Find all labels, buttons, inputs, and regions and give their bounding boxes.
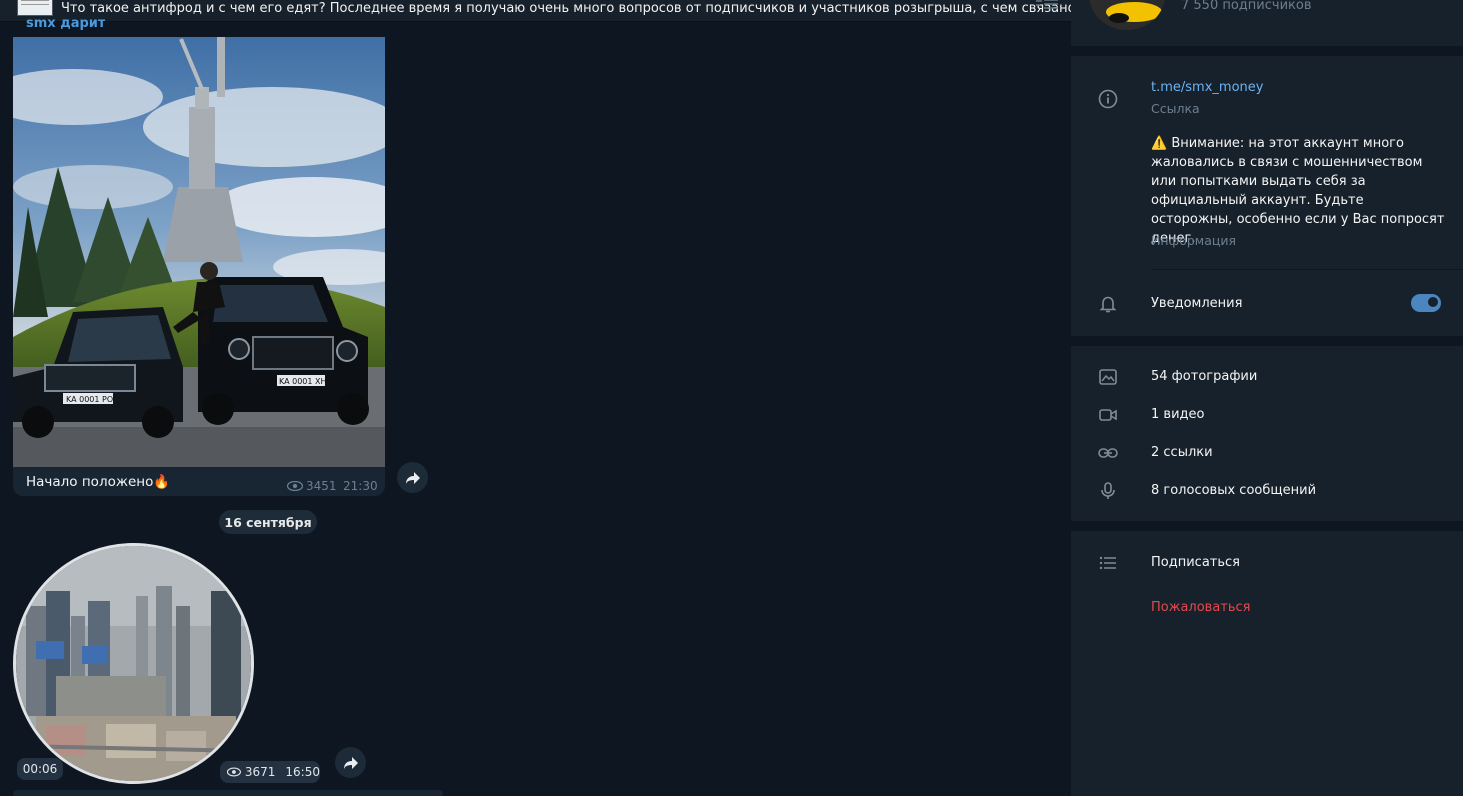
- link-icon: [1095, 440, 1121, 466]
- media-photos[interactable]: 54 фотографии: [1151, 369, 1257, 384]
- microphone-icon: [1095, 478, 1121, 504]
- notifications-label: Уведомления: [1151, 296, 1243, 311]
- eye-icon: [227, 767, 241, 777]
- subscribers-count: 7 550 подписчиков: [1181, 0, 1312, 13]
- report-button[interactable]: Пожаловаться: [1151, 600, 1251, 615]
- info-icon: [1095, 86, 1121, 112]
- plate-left: KA 0001 PO: [66, 395, 113, 404]
- media-links[interactable]: 2 ссылки: [1151, 445, 1213, 460]
- message-time: 21:30: [343, 479, 378, 493]
- round-video-message[interactable]: [13, 543, 254, 784]
- channel-link[interactable]: t.me/smx_money: [1151, 80, 1263, 95]
- info-label: Информация: [1151, 233, 1237, 248]
- bell-icon: [1095, 291, 1121, 317]
- video-duration: 00:06: [17, 758, 63, 780]
- views-value: 3451: [306, 479, 337, 493]
- date-divider: 16 сентября: [219, 510, 317, 534]
- pinned-thumbnail: [17, 0, 53, 16]
- list-icon: [1095, 550, 1121, 576]
- video-icon: [1095, 402, 1121, 428]
- pinned-message-bar[interactable]: Что такое антифрод и с чем его едят? Пос…: [0, 0, 1071, 22]
- media-voice[interactable]: 8 голосовых сообщений: [1151, 483, 1316, 498]
- channel-info-panel: 7 550 подписчиков t.me/smx_money Ссылка …: [1071, 0, 1463, 796]
- media-videos[interactable]: 1 видео: [1151, 407, 1204, 422]
- eye-icon: [286, 480, 304, 492]
- notifications-toggle[interactable]: [1411, 294, 1441, 312]
- section-divider: [1071, 336, 1463, 346]
- message-sender[interactable]: smx дарит: [26, 16, 105, 30]
- share-icon: [343, 756, 358, 769]
- views-count: 3451: [286, 479, 337, 493]
- photo-message: KA 0001 PO KA 0001 XH Начало положено🔥 3…: [13, 37, 385, 496]
- message-caption: Начало положено🔥: [26, 474, 171, 490]
- pinned-list-icon[interactable]: [1034, 0, 1060, 15]
- message-photo[interactable]: KA 0001 PO KA 0001 XH: [13, 37, 385, 467]
- pinned-message-text[interactable]: Что такое антифрод и с чем его едят? Пос…: [61, 1, 1071, 16]
- photo-icon: [1095, 364, 1121, 390]
- chat-area: Что такое антифрод и с чем его едят? Пос…: [0, 0, 1071, 796]
- section-divider: [1071, 521, 1463, 531]
- forward-button-video[interactable]: [335, 747, 366, 778]
- video-time: 16:50: [285, 765, 320, 779]
- share-icon: [405, 471, 420, 484]
- video-views: 3671: [244, 765, 276, 779]
- next-message-edge: [13, 790, 443, 796]
- link-label: Ссылка: [1151, 101, 1200, 116]
- channel-description: ⚠️ Внимание: на этот аккаунт много жалов…: [1151, 136, 1445, 246]
- forward-button[interactable]: [397, 462, 428, 493]
- section-divider: [1071, 46, 1463, 56]
- channel-avatar[interactable]: [1089, 0, 1165, 30]
- plate-right: KA 0001 XH: [279, 377, 327, 386]
- separator: [1151, 269, 1463, 270]
- subscribe-button[interactable]: Подписаться: [1151, 555, 1240, 570]
- video-stats: 3671 16:50: [220, 761, 320, 783]
